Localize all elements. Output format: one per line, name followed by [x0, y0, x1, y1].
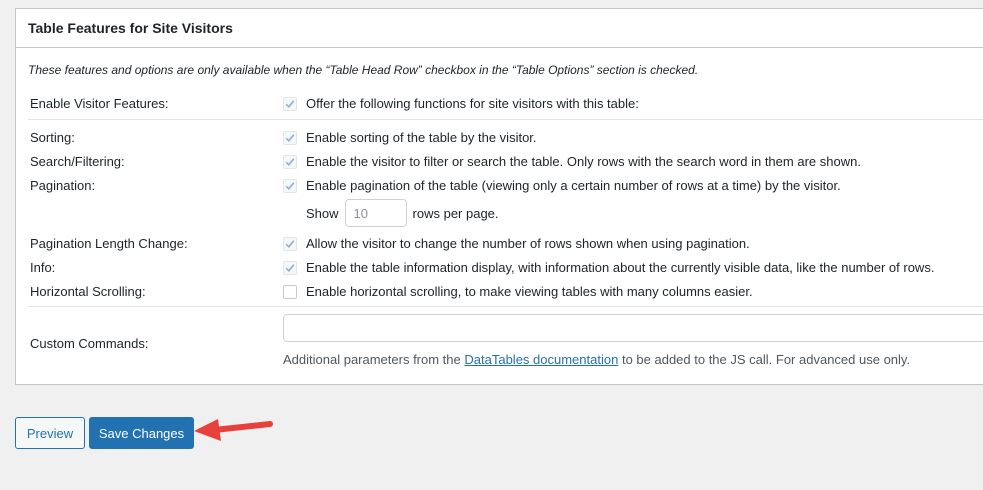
custom-commands-description: Additional parameters from the DataTable…: [283, 352, 910, 367]
option-label: Pagination:: [30, 178, 96, 193]
checkbox-info[interactable]: [283, 260, 297, 275]
option-text: Allow the visitor to change the number o…: [306, 236, 750, 251]
rows-per-page-label: rows per page.: [412, 205, 499, 221]
checkbox-search-filtering[interactable]: [283, 154, 297, 169]
checkbox-horizontal-scrolling[interactable]: [283, 284, 297, 299]
checkbox-pagination[interactable]: [283, 178, 297, 193]
preview-button[interactable]: Preview: [15, 417, 85, 449]
checkbox-pagination-length-change[interactable]: [283, 236, 297, 251]
option-control[interactable]: Enable pagination of the table (viewing …: [283, 178, 841, 193]
option-label: Sorting:: [30, 130, 75, 145]
divider: [28, 119, 983, 120]
red-arrow-icon: [194, 419, 273, 441]
option-text: Enable the table information display, wi…: [306, 260, 935, 275]
rows-per-page-input[interactable]: [344, 199, 407, 227]
option-text: Enable sorting of the table by the visit…: [306, 130, 537, 145]
custom-commands-input[interactable]: [283, 314, 983, 342]
option-control[interactable]: Enable the table information display, wi…: [283, 260, 934, 275]
option-control[interactable]: Offer the following functions for site v…: [283, 96, 639, 111]
panel-header: Table Features for Site Visitors: [16, 9, 983, 48]
show-label: Show: [306, 205, 339, 221]
option-control[interactable]: Enable sorting of the table by the visit…: [283, 130, 537, 145]
pagination-length-control: Show rows per page.: [306, 199, 499, 227]
option-text: Enable the visitor to filter or search t…: [306, 154, 861, 169]
option-label: Info:: [30, 260, 56, 275]
checkmark-icon: [285, 263, 295, 272]
option-control[interactable]: Enable the visitor to filter or search t…: [283, 154, 861, 169]
option-label: Search/Filtering:: [30, 154, 125, 169]
checkmark-icon: [285, 239, 295, 248]
option-text: Enable horizontal scrolling, to make vie…: [306, 284, 753, 299]
checkmark-icon: [285, 99, 295, 108]
divider: [28, 306, 983, 307]
datatables-documentation-link[interactable]: DataTables documentation: [464, 352, 618, 367]
checkbox-sorting[interactable]: [283, 130, 297, 145]
save-changes-button[interactable]: Save Changes: [89, 417, 194, 449]
checkmark-icon: [285, 157, 295, 166]
table-features-panel: Table Features for Site Visitors These f…: [15, 8, 983, 385]
checkbox-visitor-features[interactable]: [283, 96, 297, 111]
checkmark-icon: [285, 181, 295, 190]
checkmark-icon: [285, 133, 295, 142]
option-text: Offer the following functions for site v…: [306, 96, 639, 111]
option-label: Horizontal Scrolling:: [30, 284, 146, 299]
option-control[interactable]: Enable horizontal scrolling, to make vie…: [283, 284, 753, 299]
desc-text-before: Additional parameters from the: [283, 352, 461, 367]
option-label: Pagination Length Change:: [30, 236, 188, 251]
option-text: Enable pagination of the table (viewing …: [306, 178, 841, 193]
features-notice: These features and options are only avai…: [28, 63, 699, 77]
custom-commands-label: Custom Commands:: [30, 336, 149, 351]
option-label: Enable Visitor Features:: [30, 96, 169, 111]
panel-title: Table Features for Site Visitors: [28, 20, 233, 36]
option-control[interactable]: Allow the visitor to change the number o…: [283, 236, 750, 251]
desc-text-after: to be added to the JS call. For advanced…: [621, 352, 911, 367]
